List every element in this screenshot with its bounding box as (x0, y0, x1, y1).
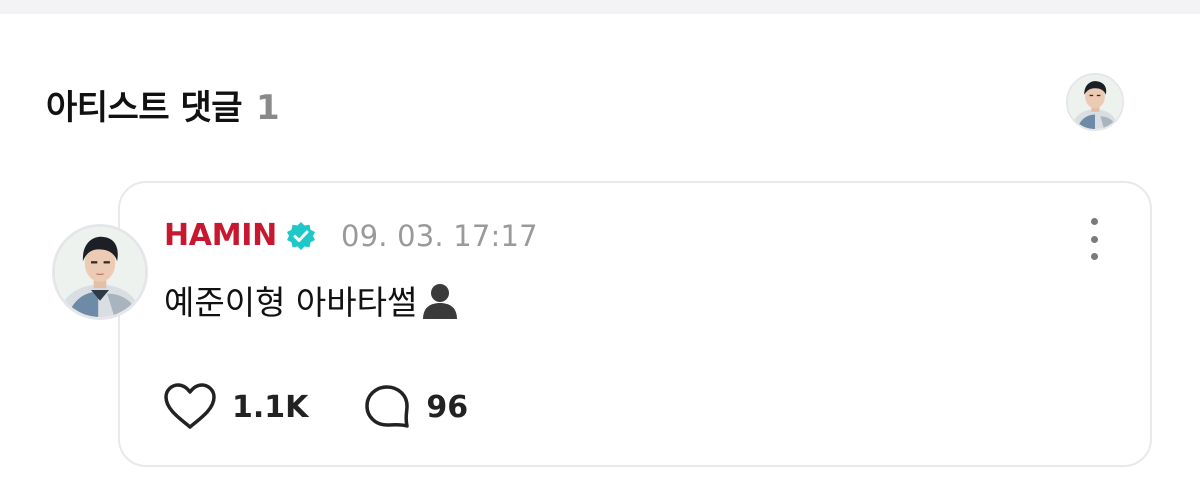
reply-count: 96 (426, 389, 469, 425)
bust-in-silhouette-icon (419, 279, 461, 321)
comment-text: 예준이형 아바타썰 (164, 283, 418, 322)
more-options-button[interactable] (1078, 218, 1110, 260)
profile-avatar[interactable] (1066, 73, 1124, 131)
reply-button[interactable]: 96 (362, 382, 468, 432)
comment-meta: HAMIN 09. 03. 17:17 (164, 218, 538, 253)
comment-actions: 1.1K 96 (162, 382, 468, 432)
comment-body: 예준이형 아바타썰 (164, 276, 461, 324)
like-count: 1.1K (232, 389, 309, 425)
comment-author-avatar[interactable] (52, 224, 148, 320)
like-button[interactable]: 1.1K (162, 382, 308, 432)
more-dot (1090, 235, 1098, 243)
speech-bubble-icon (365, 385, 410, 428)
section-title: 아티스트 댓글 (46, 88, 243, 128)
more-dot (1090, 253, 1098, 260)
avatar-illustration (1068, 75, 1122, 129)
heart-outline-icon (164, 383, 216, 429)
comment-timestamp: 09. 03. 17:17 (340, 218, 538, 253)
section-header: 아티스트 댓글 1 (46, 80, 280, 129)
more-vertical-icon (1090, 218, 1098, 225)
top-divider-strip (0, 0, 1200, 14)
author-avatar-illustration (55, 227, 145, 317)
author-name[interactable]: HAMIN (164, 218, 277, 253)
verified-badge-icon (285, 220, 317, 252)
comment-count: 1 (256, 88, 280, 128)
